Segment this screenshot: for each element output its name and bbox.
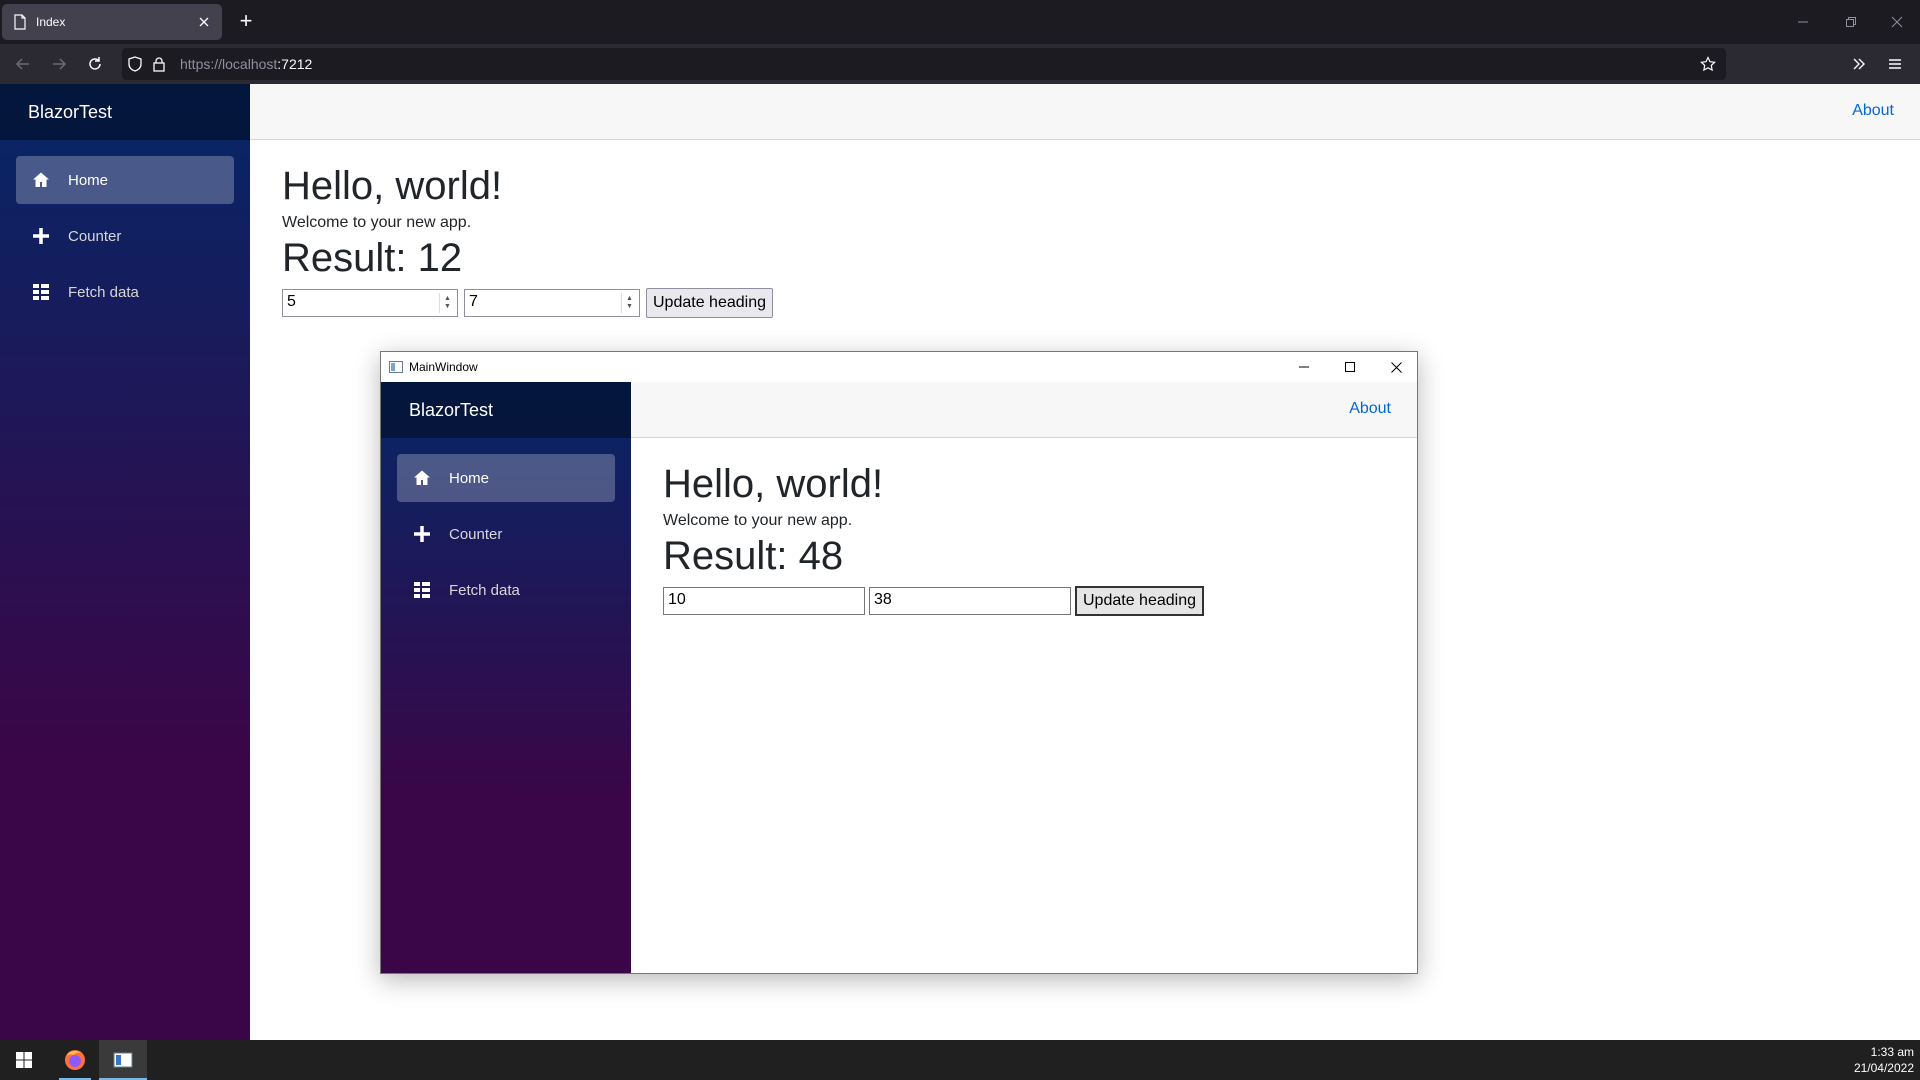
clock-date: 21/04/2022: [1853, 1061, 1914, 1075]
firefox-taskbar-icon[interactable]: [51, 1040, 99, 1080]
update-heading-button[interactable]: Update heading: [646, 288, 773, 318]
nav-item-label: Fetch data: [68, 283, 139, 301]
number-input-b[interactable]: 7 ▲ ▼: [464, 289, 640, 317]
main-content: Hello, world! Welcome to your new app. R…: [282, 162, 773, 318]
nav-item-counter[interactable]: Counter: [16, 212, 234, 260]
number-input-a-value: 5: [287, 293, 296, 310]
url-port: :7212: [277, 56, 313, 72]
new-tab-button[interactable]: +: [234, 10, 258, 34]
minimize-icon[interactable]: [1780, 0, 1826, 44]
number-input-b[interactable]: 38: [869, 587, 1071, 615]
nav-item-label: Home: [449, 469, 490, 487]
plus-icon: [411, 523, 433, 545]
shield-icon[interactable]: [127, 56, 143, 72]
address-bar[interactable]: https://localhost:7212: [122, 48, 1726, 80]
forward-arrow-icon[interactable]: [47, 52, 71, 76]
update-heading-button[interactable]: Update heading: [1075, 586, 1204, 616]
hamburger-menu-icon[interactable]: [1883, 52, 1907, 76]
nav-item-label: Counter: [68, 227, 122, 245]
nav-item-home[interactable]: Home: [397, 454, 615, 502]
spinner-arrows-icon[interactable]: ▲ ▼: [439, 293, 455, 313]
browser-tab[interactable]: Index: [2, 4, 222, 40]
about-link[interactable]: About: [1852, 102, 1894, 120]
maximize-icon[interactable]: [1327, 352, 1373, 382]
page-favicon-icon: [12, 14, 28, 30]
nav-item-label: Fetch data: [449, 581, 520, 599]
about-link[interactable]: About: [1349, 400, 1391, 418]
plus-icon: [30, 225, 52, 247]
welcome-text: Welcome to your new app.: [663, 512, 853, 529]
welcome-text: Welcome to your new app.: [282, 214, 472, 231]
nav-item-home[interactable]: Home: [16, 156, 234, 204]
url-host: https://localhost: [180, 56, 278, 72]
result-heading: Result: 12: [282, 236, 463, 280]
top-row: About: [631, 382, 1417, 438]
close-window-icon[interactable]: [1874, 0, 1920, 44]
input-row: 5 ▲ ▼ 7 ▲ ▼ Update heading: [282, 288, 773, 318]
back-arrow-icon[interactable]: [11, 52, 35, 76]
home-icon: [411, 467, 433, 489]
window-title: MainWindow: [409, 360, 478, 374]
sidebar: BlazorTest Home Counter Fetch data: [381, 382, 631, 973]
window-app-icon: [389, 361, 403, 373]
list-icon: [30, 281, 52, 303]
result-heading: Result: 48: [663, 534, 844, 578]
brand-title[interactable]: BlazorTest: [0, 84, 250, 140]
close-window-icon[interactable]: [1373, 352, 1417, 382]
nav-item-fetch-data[interactable]: Fetch data: [397, 566, 615, 614]
nav-item-counter[interactable]: Counter: [397, 510, 615, 558]
clock-time: 1:33 am: [1870, 1045, 1914, 1059]
sidebar: BlazorTest Home Counter Fetch data: [0, 84, 250, 1040]
tab-title: Index: [36, 15, 66, 29]
number-input-b-value: 7: [469, 293, 478, 310]
close-tab-icon[interactable]: [196, 14, 212, 30]
page-heading: Hello, world!: [663, 462, 884, 506]
page-heading: Hello, world!: [282, 164, 503, 208]
nav-item-fetch-data[interactable]: Fetch data: [16, 268, 234, 316]
restore-icon[interactable]: [1828, 0, 1874, 44]
nav-item-label: Home: [68, 171, 109, 189]
nav-item-label: Counter: [449, 525, 503, 543]
lock-icon[interactable]: [151, 56, 167, 72]
windows-start-icon[interactable]: [0, 1040, 48, 1080]
taskbar: 1:33 am 21/04/2022: [0, 1040, 1920, 1080]
main-content: Hello, world! Welcome to your new app. R…: [663, 460, 1204, 616]
wpf-app-taskbar-icon[interactable]: [99, 1040, 147, 1080]
brand-title[interactable]: BlazorTest: [381, 382, 631, 438]
list-icon: [411, 579, 433, 601]
bookmark-star-icon[interactable]: [1700, 56, 1716, 72]
reload-icon[interactable]: [83, 52, 107, 76]
top-row: About: [250, 84, 1920, 140]
main-window: MainWindow BlazorTest Home Counter Fetch…: [380, 351, 1418, 974]
browser-toolbar: https://localhost:7212: [0, 44, 1920, 84]
window-title-bar[interactable]: MainWindow: [381, 352, 1417, 382]
number-input-a[interactable]: 10: [663, 587, 865, 615]
number-input-a[interactable]: 5 ▲ ▼: [282, 289, 458, 317]
window-content: BlazorTest Home Counter Fetch data About…: [381, 382, 1417, 973]
input-row: 10 38 Update heading: [663, 586, 1204, 616]
minimize-icon[interactable]: [1281, 352, 1327, 382]
system-clock[interactable]: 1:33 am 21/04/2022: [1854, 1044, 1914, 1076]
browser-tab-strip: Index +: [0, 0, 1920, 44]
extensions-overflow-icon[interactable]: [1847, 52, 1871, 76]
url-text: https://localhost:7212: [180, 56, 312, 72]
spinner-arrows-icon[interactable]: ▲ ▼: [621, 293, 637, 313]
home-icon: [30, 169, 52, 191]
